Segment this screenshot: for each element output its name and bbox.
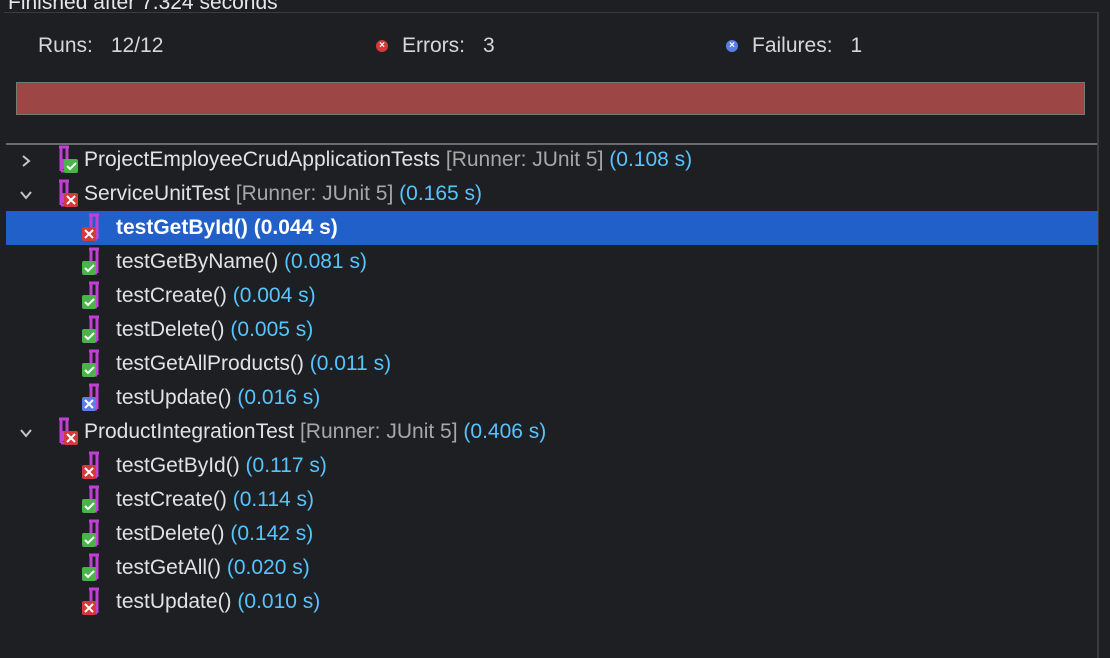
test-name: testCreate() <box>116 488 227 511</box>
test-name: testGetAllProducts() <box>116 352 304 375</box>
test-failure-icon <box>78 383 106 413</box>
suite-runner: [Runner: JUnit 5] <box>235 182 394 205</box>
test-time: (0.114 s) <box>232 488 315 511</box>
test-error-icon <box>78 213 106 243</box>
test-tree: ProjectEmployeeCrudApplicationTests [Run… <box>6 143 1098 619</box>
test-pass-icon <box>78 553 106 583</box>
test-name: testUpdate() <box>116 386 232 409</box>
tree-row-label: testCreate() (0.114 s) <box>116 483 314 517</box>
test-suite-pass-icon <box>54 145 82 175</box>
tree-test-row[interactable]: testGetByName() (0.081 s) <box>6 245 1098 279</box>
tree-row-label: ProductIntegrationTest [Runner: JUnit 5]… <box>84 415 546 449</box>
test-name: testGetByName() <box>116 250 279 273</box>
run-counters: Runs: 12/12 × Errors: 3 × Failures: 1 <box>0 34 1100 64</box>
test-progress-bar <box>16 82 1085 115</box>
runs-counter: Runs: 12/12 <box>38 34 163 58</box>
test-suite-error-icon <box>54 179 82 209</box>
tree-row-label: testGetById() (0.044 s) <box>116 211 338 245</box>
test-pass-icon <box>78 247 106 277</box>
failures-counter: × Failures: 1 <box>726 34 862 58</box>
test-pass-icon <box>78 315 106 345</box>
test-name: testGetAll() <box>116 556 222 579</box>
test-name: testGetById() <box>116 216 248 239</box>
tree-suite-service-unit[interactable]: ServiceUnitTest [Runner: JUnit 5] (0.165… <box>6 177 1098 211</box>
test-time: (0.044 s) <box>253 216 338 239</box>
tree-row-label: testGetById() (0.117 s) <box>116 449 327 483</box>
test-name: testDelete() <box>116 522 225 545</box>
test-time: (0.142 s) <box>230 522 314 545</box>
test-name: testDelete() <box>116 318 225 341</box>
tree-row-label: ProjectEmployeeCrudApplicationTests [Run… <box>84 143 692 177</box>
test-name: testCreate() <box>116 284 227 307</box>
errors-label: Errors: <box>402 34 465 57</box>
tree-test-row[interactable]: testGetById() (0.117 s) <box>6 449 1098 483</box>
suite-time: (0.108 s) <box>609 148 693 171</box>
chevron-down-icon[interactable] <box>16 177 36 211</box>
suite-name: ProductIntegrationTest <box>84 420 295 443</box>
tree-test-row[interactable]: testGetAllProducts() (0.011 s) <box>6 347 1098 381</box>
suite-runner: [Runner: JUnit 5] <box>299 420 458 443</box>
tree-suite-project-employee[interactable]: ProjectEmployeeCrudApplicationTests [Run… <box>6 143 1098 177</box>
errors-counter: × Errors: 3 <box>376 34 495 58</box>
runs-label: Runs: <box>38 34 93 57</box>
suite-runner: [Runner: JUnit 5] <box>445 148 604 171</box>
tree-row-label: testGetByName() (0.081 s) <box>116 245 367 279</box>
suite-time: (0.406 s) <box>463 420 547 443</box>
tree-test-row[interactable]: testGetAll() (0.020 s) <box>6 551 1098 585</box>
test-time: (0.020 s) <box>226 556 310 579</box>
errors-value: 3 <box>483 34 495 57</box>
test-time: (0.016 s) <box>237 386 321 409</box>
tree-test-row[interactable]: testCreate() (0.004 s) <box>6 279 1098 313</box>
test-time: (0.005 s) <box>230 318 314 341</box>
test-time: (0.010 s) <box>237 590 321 613</box>
tree-row-label: testDelete() (0.142 s) <box>116 517 313 551</box>
test-suite-error-icon <box>54 417 82 447</box>
failures-label: Failures: <box>752 34 833 57</box>
suite-time: (0.165 s) <box>399 182 483 205</box>
suite-name: ProjectEmployeeCrudApplicationTests <box>84 148 441 171</box>
tree-row-label: ServiceUnitTest [Runner: JUnit 5] (0.165… <box>84 177 482 211</box>
tree-row-label: testUpdate() (0.016 s) <box>116 381 320 415</box>
runs-value: 12/12 <box>110 34 164 57</box>
tree-suite-product-integration[interactable]: ProductIntegrationTest [Runner: JUnit 5]… <box>6 415 1098 449</box>
test-name: testGetById() <box>116 454 240 477</box>
chevron-down-icon[interactable] <box>16 415 36 449</box>
test-time: (0.011 s) <box>309 352 392 375</box>
test-time: (0.081 s) <box>284 250 367 273</box>
chevron-right-icon[interactable] <box>16 143 36 177</box>
progress-fill <box>17 83 1084 114</box>
tree-test-row[interactable]: testCreate() (0.114 s) <box>6 483 1098 517</box>
tree-test-row[interactable]: testUpdate() (0.010 s) <box>6 585 1098 619</box>
test-name: testUpdate() <box>116 590 232 613</box>
tree-row-label: testCreate() (0.004 s) <box>116 279 316 313</box>
test-pass-icon <box>78 281 106 311</box>
tree-test-row[interactable]: testDelete() (0.142 s) <box>6 517 1098 551</box>
test-time: (0.004 s) <box>232 284 316 307</box>
error-icon: × <box>376 40 388 52</box>
test-pass-icon <box>78 519 106 549</box>
tree-test-row[interactable]: testDelete() (0.005 s) <box>6 313 1098 347</box>
suite-name: ServiceUnitTest <box>84 182 230 205</box>
test-pass-icon <box>78 349 106 379</box>
tree-row-label: testGetAllProducts() (0.011 s) <box>116 347 391 381</box>
test-pass-icon <box>78 485 106 515</box>
failure-icon: × <box>726 40 738 52</box>
tree-test-row[interactable]: testGetById() (0.044 s) <box>6 211 1098 245</box>
summary-panel <box>4 12 1098 141</box>
tree-row-label: testUpdate() (0.010 s) <box>116 585 320 619</box>
failures-value: 1 <box>850 34 863 57</box>
test-time: (0.117 s) <box>245 454 327 477</box>
test-error-icon <box>78 587 106 617</box>
test-error-icon <box>78 451 106 481</box>
tree-row-label: testGetAll() (0.020 s) <box>116 551 310 585</box>
tree-test-row[interactable]: testUpdate() (0.016 s) <box>6 381 1098 415</box>
tree-row-label: testDelete() (0.005 s) <box>116 313 313 347</box>
